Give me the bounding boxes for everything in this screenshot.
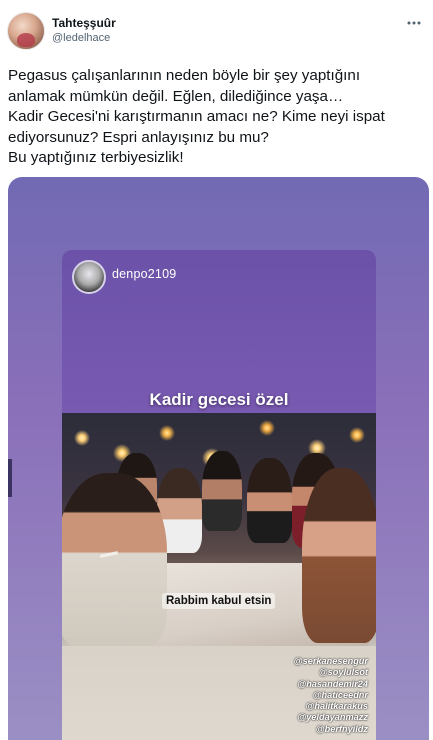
display-name[interactable]: Tahteşşuûr [52, 16, 116, 30]
story-caption: Rabbim kabul etsin [162, 593, 276, 609]
story-photo: Rabbim kabul etsin [62, 413, 376, 646]
tweet-text: Pegasus çalışanlarının neden böyle bir ş… [8, 66, 428, 169]
tweet-media-image[interactable]: denpo2109 Kadir gecesi özel Rabbim kabul… [8, 177, 429, 740]
story-tag: @soylulsot [318, 667, 368, 678]
story-tag: @serkanesengur [293, 656, 368, 666]
story-tag: @halitkarakus [305, 701, 368, 712]
tweet-header: Tahteşşuûr @ledelhace [0, 0, 433, 60]
media-edge-marker [8, 459, 12, 497]
profile-avatar[interactable] [7, 12, 45, 50]
tweet-text-line: anlamak mümkün değil. Eğlen, dilediğince… [8, 87, 344, 105]
story-tag: @haticeednr [312, 689, 368, 700]
more-horizontal-icon[interactable] [405, 14, 423, 32]
tweet-text-line: ediyorsunuz? Espri anlayışınız bu mu? [8, 128, 269, 146]
story-tags-area: @serkanesengur @soylulsot @hasandemir24 … [62, 646, 376, 740]
story-avatar [72, 260, 106, 294]
story-title: Kadir gecesi özel [149, 390, 289, 409]
story-tag: @yeldayanmazz [297, 712, 368, 723]
instagram-story-screenshot: denpo2109 Kadir gecesi özel Rabbim kabul… [62, 250, 376, 740]
person [247, 458, 292, 543]
story-username: denpo2109 [112, 267, 177, 281]
tweet-text-line: Pegasus çalışanlarının neden böyle bir ş… [8, 67, 361, 84]
person [202, 451, 242, 531]
story-tags: @serkanesengur @soylulsot @hasandemir24 … [294, 656, 368, 735]
story-tag: @hasandemir24 [297, 678, 368, 689]
user-handle[interactable]: @ledelhace [52, 32, 110, 44]
tweet-text-line: Kadir Gecesi'ni karıştırmanın amacı ne? … [8, 108, 385, 125]
person [62, 473, 167, 646]
story-tag: @berfnyildz [315, 723, 368, 734]
tweet-text-line: Bu yaptığınız terbiyesizlik! [8, 149, 184, 166]
person [302, 468, 376, 643]
